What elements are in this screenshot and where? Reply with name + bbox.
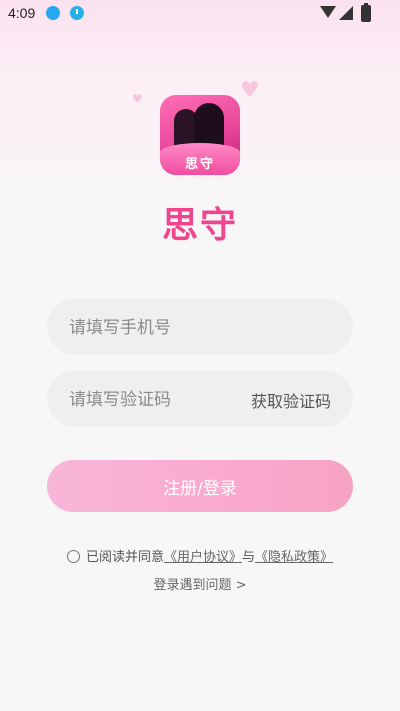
battery-icon [361,3,371,22]
user-agreement-link[interactable]: 《用户协议》 [164,550,242,565]
verification-code-input[interactable] [67,371,261,429]
phone-field[interactable] [47,299,353,357]
privacy-policy-link[interactable]: 《隐私政策》 [255,550,333,565]
logo-text: 思守 [184,157,215,172]
agreement-and: 与 [242,550,256,565]
status-time: 4:09 [8,5,36,21]
qq-notification-icon [46,6,60,20]
phone-input[interactable] [67,299,261,357]
register-login-button[interactable]: 注册/登录 [47,460,353,512]
agreement-row: 已阅读并同意《用户协议》与《隐私政策》 [0,546,400,565]
signal-icon [339,6,353,20]
agree-checkbox[interactable] [66,550,80,563]
status-bar: 4:09 [0,0,400,28]
heart-decoration-icon: ♥ [240,78,260,103]
get-code-button[interactable]: 获取验证码 [251,388,331,412]
app-name: 思守 [161,205,238,246]
app-logo: 思守 [160,95,240,175]
code-field[interactable]: 获取验证码 [47,371,353,429]
login-help-link[interactable]: 登录遇到问题 > [0,574,400,593]
heart-decoration-icon: ♥ [132,92,143,106]
download-notification-icon [70,6,84,20]
agreement-prefix: 已阅读并同意 [85,550,164,565]
wifi-icon [320,6,336,18]
